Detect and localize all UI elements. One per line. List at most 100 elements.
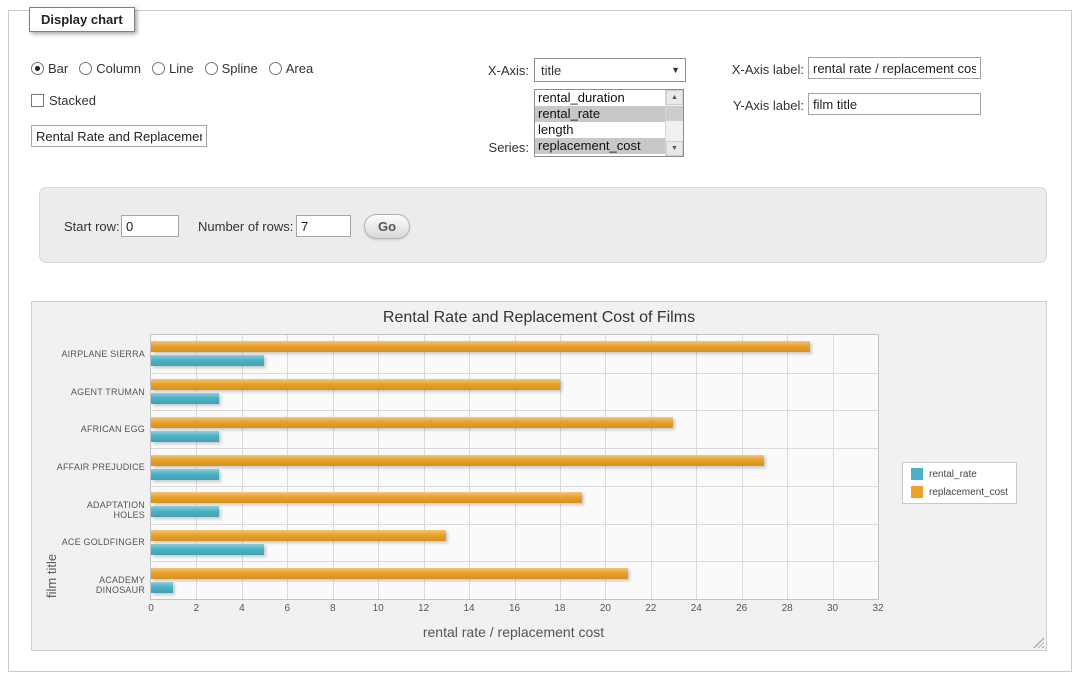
gridline (560, 335, 561, 599)
bar-replacement_cost (151, 341, 810, 352)
gridline (287, 335, 288, 599)
panel-title: Display chart (29, 7, 135, 32)
x-tick-label: 14 (454, 603, 484, 614)
radio-label: Bar (48, 61, 68, 76)
number-of-rows-input[interactable] (296, 215, 351, 237)
radio-label: Line (169, 61, 194, 76)
x-axis-select-label: X-Axis: (439, 63, 529, 78)
start-row-label: Start row: (64, 219, 120, 234)
legend-swatch (911, 468, 923, 480)
radio-icon[interactable] (205, 62, 218, 75)
gridline (196, 335, 197, 599)
plot-area: 02468101214161820222426283032AIRPLANE SI… (150, 334, 879, 600)
series-option-length[interactable]: length (535, 122, 665, 138)
bar-replacement_cost (151, 492, 582, 503)
stacked-checkbox[interactable] (31, 94, 44, 107)
gridline (151, 524, 878, 525)
x-tick-label: 28 (772, 603, 802, 614)
category-label: AFRICAN EGG (55, 424, 145, 434)
series-listbox[interactable]: rental_durationrental_ratelengthreplacem… (534, 89, 684, 157)
x-tick-label: 6 (272, 603, 302, 614)
chart-title-input[interactable] (31, 125, 207, 147)
x-tick-label: 16 (500, 603, 530, 614)
x-tick-label: 0 (136, 603, 166, 614)
go-button[interactable]: Go (364, 214, 410, 239)
legend-label: rental_rate (929, 469, 977, 480)
legend-item-rental_rate: rental_rate (911, 468, 1008, 480)
gridline (333, 335, 334, 599)
series-option-replacement_cost[interactable]: replacement_cost (535, 138, 665, 154)
scroll-up-icon[interactable]: ▲ (666, 90, 683, 105)
radio-icon[interactable] (31, 62, 44, 75)
chart-type-radio-line[interactable]: Line (152, 61, 194, 76)
bar-rental_rate (151, 393, 219, 404)
chart-type-radio-area[interactable]: Area (269, 61, 313, 76)
gridline (833, 335, 834, 599)
gridline (151, 561, 878, 562)
bar-rental_rate (151, 506, 219, 517)
gridline (651, 335, 652, 599)
chart-panel: Rental Rate and Replacement Cost of Film… (31, 301, 1047, 651)
x-tick-label: 10 (363, 603, 393, 614)
category-label: AIRPLANE SIERRA (55, 349, 145, 359)
radio-icon[interactable] (269, 62, 282, 75)
x-tick-label: 12 (409, 603, 439, 614)
x-tick-label: 4 (227, 603, 257, 614)
radio-icon[interactable] (152, 62, 165, 75)
scrollbar-thumb[interactable] (666, 106, 683, 121)
x-axis-title: rental rate / replacement cost (150, 624, 877, 640)
chart-type-radio-column[interactable]: Column (79, 61, 141, 76)
gridline (605, 335, 606, 599)
bar-replacement_cost (151, 568, 628, 579)
category-label: AFFAIR PREJUDICE (55, 462, 145, 472)
category-label: ACADEMY DINOSAUR (55, 575, 145, 595)
page: Display chart Bar Column Line Spline Area St… (0, 0, 1081, 681)
gridline (151, 410, 878, 411)
x-tick-label: 2 (181, 603, 211, 614)
bar-rental_rate (151, 355, 264, 366)
category-label: AGENT TRUMAN (55, 387, 145, 397)
gridline (787, 335, 788, 599)
y-axis-label-input[interactable] (808, 93, 981, 115)
x-tick-label: 22 (636, 603, 666, 614)
gridline (424, 335, 425, 599)
bar-replacement_cost (151, 530, 446, 541)
gridline (469, 335, 470, 599)
radio-label: Column (96, 61, 141, 76)
legend-label: replacement_cost (929, 487, 1008, 498)
bar-rental_rate (151, 469, 219, 480)
category-label: ADAPTATION HOLES (55, 500, 145, 520)
bar-replacement_cost (151, 417, 673, 428)
radio-label: Area (286, 61, 313, 76)
number-of-rows-label: Number of rows: (198, 219, 293, 234)
bar-rental_rate (151, 544, 264, 555)
x-tick-label: 32 (863, 603, 893, 614)
chart-legend: rental_rate replacement_cost (902, 462, 1017, 504)
legend-swatch (911, 486, 923, 498)
x-tick-label: 18 (545, 603, 575, 614)
chart-type-radio-bar[interactable]: Bar (31, 61, 68, 76)
radio-label: Spline (222, 61, 258, 76)
resize-grip-icon[interactable] (1033, 637, 1044, 648)
bar-rental_rate (151, 582, 173, 593)
x-axis-label-input[interactable] (808, 57, 981, 79)
chart-type-radio-spline[interactable]: Spline (205, 61, 258, 76)
display-chart-panel: Display chart Bar Column Line Spline Area St… (8, 10, 1072, 672)
scrollbar[interactable]: ▲ ▼ (665, 90, 683, 156)
radio-icon[interactable] (79, 62, 92, 75)
series-option-rental_duration[interactable]: rental_duration (535, 90, 665, 106)
chart-title: Rental Rate and Replacement Cost of Film… (32, 309, 1046, 327)
series-options: rental_durationrental_ratelengthreplacem… (535, 90, 665, 156)
bar-replacement_cost (151, 455, 764, 466)
stacked-option[interactable]: Stacked (31, 93, 96, 108)
y-axis-label-field-label: Y-Axis label: (689, 98, 804, 113)
start-row-input[interactable] (121, 215, 179, 237)
x-tick-label: 26 (727, 603, 757, 614)
series-option-rental_rate[interactable]: rental_rate (535, 106, 665, 122)
scroll-down-icon[interactable]: ▼ (666, 141, 683, 156)
gridline (151, 373, 878, 374)
chart-type-radio-group: Bar Column Line Spline Area (31, 61, 313, 76)
x-axis-select[interactable]: title ▼ (534, 58, 686, 82)
stacked-label: Stacked (49, 93, 96, 108)
bar-rental_rate (151, 431, 219, 442)
